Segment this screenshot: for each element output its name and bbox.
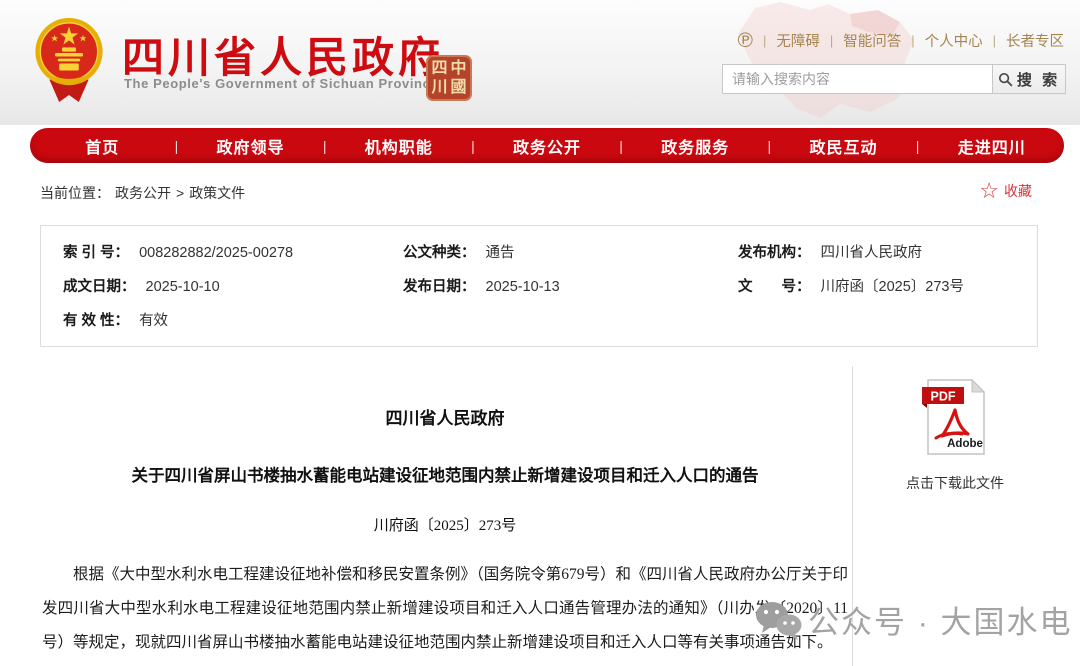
nav-item-home[interactable]: 首页 xyxy=(30,134,175,158)
meta-label: 有 效 性： xyxy=(63,309,129,330)
nav-item-gov-services[interactable]: 政务服务 xyxy=(623,134,768,158)
china-sichuan-seal: 四 中 川 國 xyxy=(426,55,472,101)
meta-value: 四川省人民政府 xyxy=(821,241,923,262)
divider: | xyxy=(993,33,996,48)
accessibility-circle-p-icon[interactable]: ℗ xyxy=(737,31,752,51)
meta-label: 文 号： xyxy=(738,275,811,296)
search-button-label: 搜 索 xyxy=(1017,69,1060,90)
meta-label: 发布日期： xyxy=(403,275,476,296)
seal-char: 川 xyxy=(430,78,449,97)
site-subtitle: The People's Government of Sichuan Provi… xyxy=(124,76,438,91)
divider: | xyxy=(763,33,766,48)
china-map-watermark xyxy=(700,0,960,125)
meta-value: 川府函〔2025〕273号 xyxy=(821,275,964,296)
seal-char: 國 xyxy=(449,78,468,97)
meta-doc-type: 公文种类： 通告 xyxy=(403,241,738,275)
star-icon: ☆ xyxy=(979,180,999,202)
meta-value: 2025-10-13 xyxy=(486,279,560,295)
document-issuer-heading: 四川省人民政府 xyxy=(40,404,850,429)
content-sidebar-divider xyxy=(852,366,853,666)
breadcrumb-policy-docs[interactable]: 政策文件 xyxy=(189,183,245,203)
meta-doc-number: 文 号： 川府函〔2025〕273号 xyxy=(738,275,1037,309)
link-accessibility[interactable]: 无障碍 xyxy=(776,30,820,51)
link-smart-qa[interactable]: 智能问答 xyxy=(843,30,901,51)
favorite-label: 收藏 xyxy=(1004,181,1032,201)
meta-value: 通告 xyxy=(486,241,515,262)
link-personal-center[interactable]: 个人中心 xyxy=(925,30,983,51)
search-icon xyxy=(998,72,1013,87)
pdf-banner-label: PDF xyxy=(931,390,956,404)
main-nav: 首页 | 政府领导 | 机构职能 | 政务公开 | 政务服务 | 政民互动 | … xyxy=(30,128,1064,163)
pdf-download-widget: PDF Adobe 点击下载此文件 xyxy=(862,378,1048,493)
divider: | xyxy=(911,33,914,48)
meta-written-date: 成文日期： 2025-10-10 xyxy=(63,275,403,309)
search-bar: 搜 索 xyxy=(722,64,1066,94)
document-paragraph: 根据《大中型水利水电工程建设征地补偿和移民安置条例》（国务院令第679号）和《四… xyxy=(42,558,848,660)
meta-value: 有效 xyxy=(139,309,168,330)
breadcrumb-separator: > xyxy=(176,185,184,201)
nav-item-interaction[interactable]: 政民互动 xyxy=(771,134,916,158)
meta-value: 008282882/2025-00278 xyxy=(139,245,293,261)
link-senior-zone[interactable]: 长者专区 xyxy=(1006,30,1064,51)
seal-char: 中 xyxy=(449,59,468,78)
meta-index-number: 索 引 号： 008282882/2025-00278 xyxy=(63,241,403,275)
adobe-label: Adobe xyxy=(947,438,983,450)
meta-label: 发布机构： xyxy=(738,241,811,262)
nav-item-about-sichuan[interactable]: 走进四川 xyxy=(919,134,1064,158)
document-title: 关于四川省屏山书楼抽水蓄能电站建设征地范围内禁止新增建设项目和迁入人口的通告 xyxy=(60,462,830,486)
site-header: 四川省人民政府 The People's Government of Sichu… xyxy=(0,0,1080,125)
divider: | xyxy=(830,33,833,48)
nav-item-gov-leaders[interactable]: 政府领导 xyxy=(178,134,323,158)
breadcrumb: 当前位置： 政务公开 > 政策文件 xyxy=(40,183,245,203)
nav-item-gov-info[interactable]: 政务公开 xyxy=(475,134,620,158)
meta-label: 公文种类： xyxy=(403,241,476,262)
meta-label: 索 引 号： xyxy=(63,241,129,262)
pdf-file-icon[interactable]: PDF Adobe xyxy=(922,378,988,456)
nav-item-org-functions[interactable]: 机构职能 xyxy=(326,134,471,158)
search-input[interactable] xyxy=(722,64,992,94)
download-file-link[interactable]: 点击下载此文件 xyxy=(862,473,1048,493)
header-quick-links: ℗ | 无障碍 | 智能问答 | 个人中心 | 长者专区 xyxy=(737,30,1064,51)
meta-publish-date: 发布日期： 2025-10-13 xyxy=(403,275,738,309)
document-number: 川府函〔2025〕273号 xyxy=(40,514,850,535)
document-meta-table: 索 引 号： 008282882/2025-00278 公文种类： 通告 发布机… xyxy=(40,225,1038,347)
breadcrumb-gov-info[interactable]: 政务公开 xyxy=(115,183,171,203)
national-emblem xyxy=(34,12,104,108)
seal-char: 四 xyxy=(430,59,449,78)
meta-issuing-agency: 发布机构： 四川省人民政府 xyxy=(738,241,1037,275)
meta-value: 2025-10-10 xyxy=(146,279,220,295)
breadcrumb-prefix: 当前位置： xyxy=(40,183,110,203)
meta-label: 成文日期： xyxy=(63,275,136,296)
favorite-button[interactable]: ☆ 收藏 xyxy=(979,180,1032,202)
meta-validity: 有 效 性： 有效 xyxy=(63,309,403,343)
search-button[interactable]: 搜 索 xyxy=(992,64,1066,94)
